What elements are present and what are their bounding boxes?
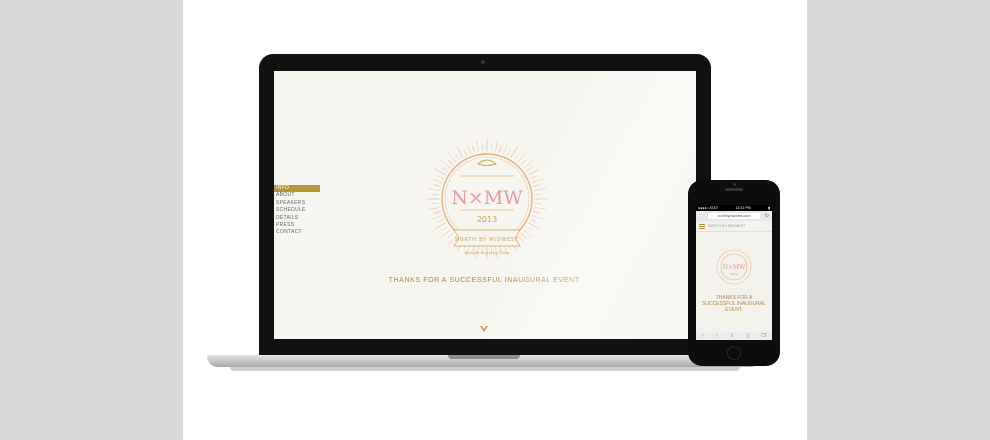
phone-emblem-logo: N×MW [723,264,746,271]
share-icon[interactable]: ⇪ [730,333,734,339]
emblem-ray [472,145,475,153]
emblem-ray [532,178,544,183]
emblem-ray [528,168,540,176]
emblem-ray [523,160,534,169]
emblem-ray [456,146,464,158]
emblem-ray [490,144,493,152]
hamburger-menu-icon[interactable] [699,223,705,229]
emblem-ray [447,232,454,239]
nav-item-details[interactable]: DETAILS [274,215,320,222]
emblem-ray [510,146,518,158]
emblem-ray [499,145,502,153]
tabs-icon[interactable]: ❐ [761,333,765,339]
nav-item-info[interactable]: INFO [274,185,320,193]
emblem-ray [528,222,540,230]
side-nav: INFO ABOUT SPEAKERS SCHEDULE DETAILS PRE… [274,185,320,237]
event-headline: THANKS FOR A SUCCESSFUL INAUGURAL EVENT. [388,277,582,284]
emblem-ray [448,152,457,163]
duck-icon [477,159,497,166]
emblem-ray [514,153,519,160]
forward-icon[interactable]: › [716,333,718,339]
nav-item-press[interactable]: PRESS [274,222,320,229]
nav-item-schedule[interactable]: SCHEDULE [274,207,320,214]
emblem-ray [440,160,451,169]
event-emblem: N×MW 2013 NORTH BY MIDWEST Brought to yo… [427,139,547,259]
emblem-ray [534,207,547,210]
emblem-ray [463,149,467,156]
browser-toolbar: ‹ › ⇪ ▯ ❐ [696,332,772,340]
emblem-ray [427,207,440,210]
back-icon[interactable]: ‹ [702,333,704,339]
phone-site-name: NORTH BY MIDWEST [708,224,746,228]
emblem-ray [440,229,451,238]
emblem-ray [481,144,484,152]
emblem-ray [533,184,541,187]
emblem-ray [441,226,448,231]
nav-item-contact[interactable]: CONTACT [274,229,320,236]
emblem-ray [437,175,444,179]
emblem-tagline: Brought to you by Claire [464,251,510,255]
home-button[interactable] [727,346,741,360]
nav-item-about[interactable]: ABOUT [274,192,320,199]
emblem-ribbon-text: NORTH BY MIDWEST [455,237,519,243]
emblem-ray [523,229,534,238]
emblem-ray [507,149,511,156]
emblem-ray [534,202,542,205]
emblem-ray [432,193,440,196]
emblem-ray [434,222,446,230]
phone-device: ●●●●○ AT&T 12:21 PM ▮ northbymidwest.com… [688,180,780,366]
emblem-ray [530,175,537,179]
emblem-ray [495,139,498,152]
phone-camera [733,183,736,186]
emblem-ray [517,152,526,163]
phone-headline: THANKS FOR A SUCCESSFUL INAUGURAL EVENT. [702,295,766,313]
emblem-ray [433,211,441,214]
laptop-shadow [230,367,740,371]
url-field[interactable]: northbymidwest.com [708,213,760,219]
phone-screen: ●●●●○ AT&T 12:21 PM ▮ northbymidwest.com… [696,205,772,340]
emblem-ray [534,188,547,191]
phone-speaker [725,188,743,191]
emblem-ray [476,139,479,152]
chevron-down-icon[interactable] [480,326,488,333]
emblem-ray [437,219,444,223]
phone-emblem-year: 2013 [730,272,738,276]
emblem-logo-text: N×MW [451,187,523,209]
emblem-ray [520,159,527,166]
emblem-ray [433,184,441,187]
emblem-ray [526,167,533,172]
emblem-ray [466,142,471,154]
bookmarks-icon[interactable]: ▯ [746,333,749,339]
emblem-year: 2013 [477,215,497,224]
phone-site-header: NORTH BY MIDWEST [696,221,772,232]
phone-event-emblem: N×MW 2013 [716,249,752,285]
reload-icon[interactable]: ↻ [765,213,769,219]
laptop-device: INFO ABOUT SPEAKERS SCHEDULE DETAILS PRE… [259,54,711,356]
laptop-notch [448,355,520,359]
nav-item-speakers[interactable]: SPEAKERS [274,200,320,207]
emblem-ray [441,167,448,172]
emblem-ray [430,215,442,220]
emblem-ray [432,202,440,205]
emblem-ray [520,232,527,239]
emblem-ray [447,159,454,166]
emblem-ray [503,142,508,154]
laptop-base [207,355,761,367]
emblem-ray [427,188,440,191]
emblem-ray [517,235,526,246]
emblem-ray [533,211,541,214]
emblem-ray [455,153,460,160]
emblem-ray [430,178,442,183]
emblem-ray [532,215,544,220]
laptop-screen: INFO ABOUT SPEAKERS SCHEDULE DETAILS PRE… [274,71,696,339]
browser-url-bar: northbymidwest.com ↻ [696,211,772,221]
laptop-camera [481,60,485,64]
emblem-ray [534,193,542,196]
emblem-ray [526,226,533,231]
emblem-ray [530,219,537,223]
emblem-ray [434,168,446,176]
